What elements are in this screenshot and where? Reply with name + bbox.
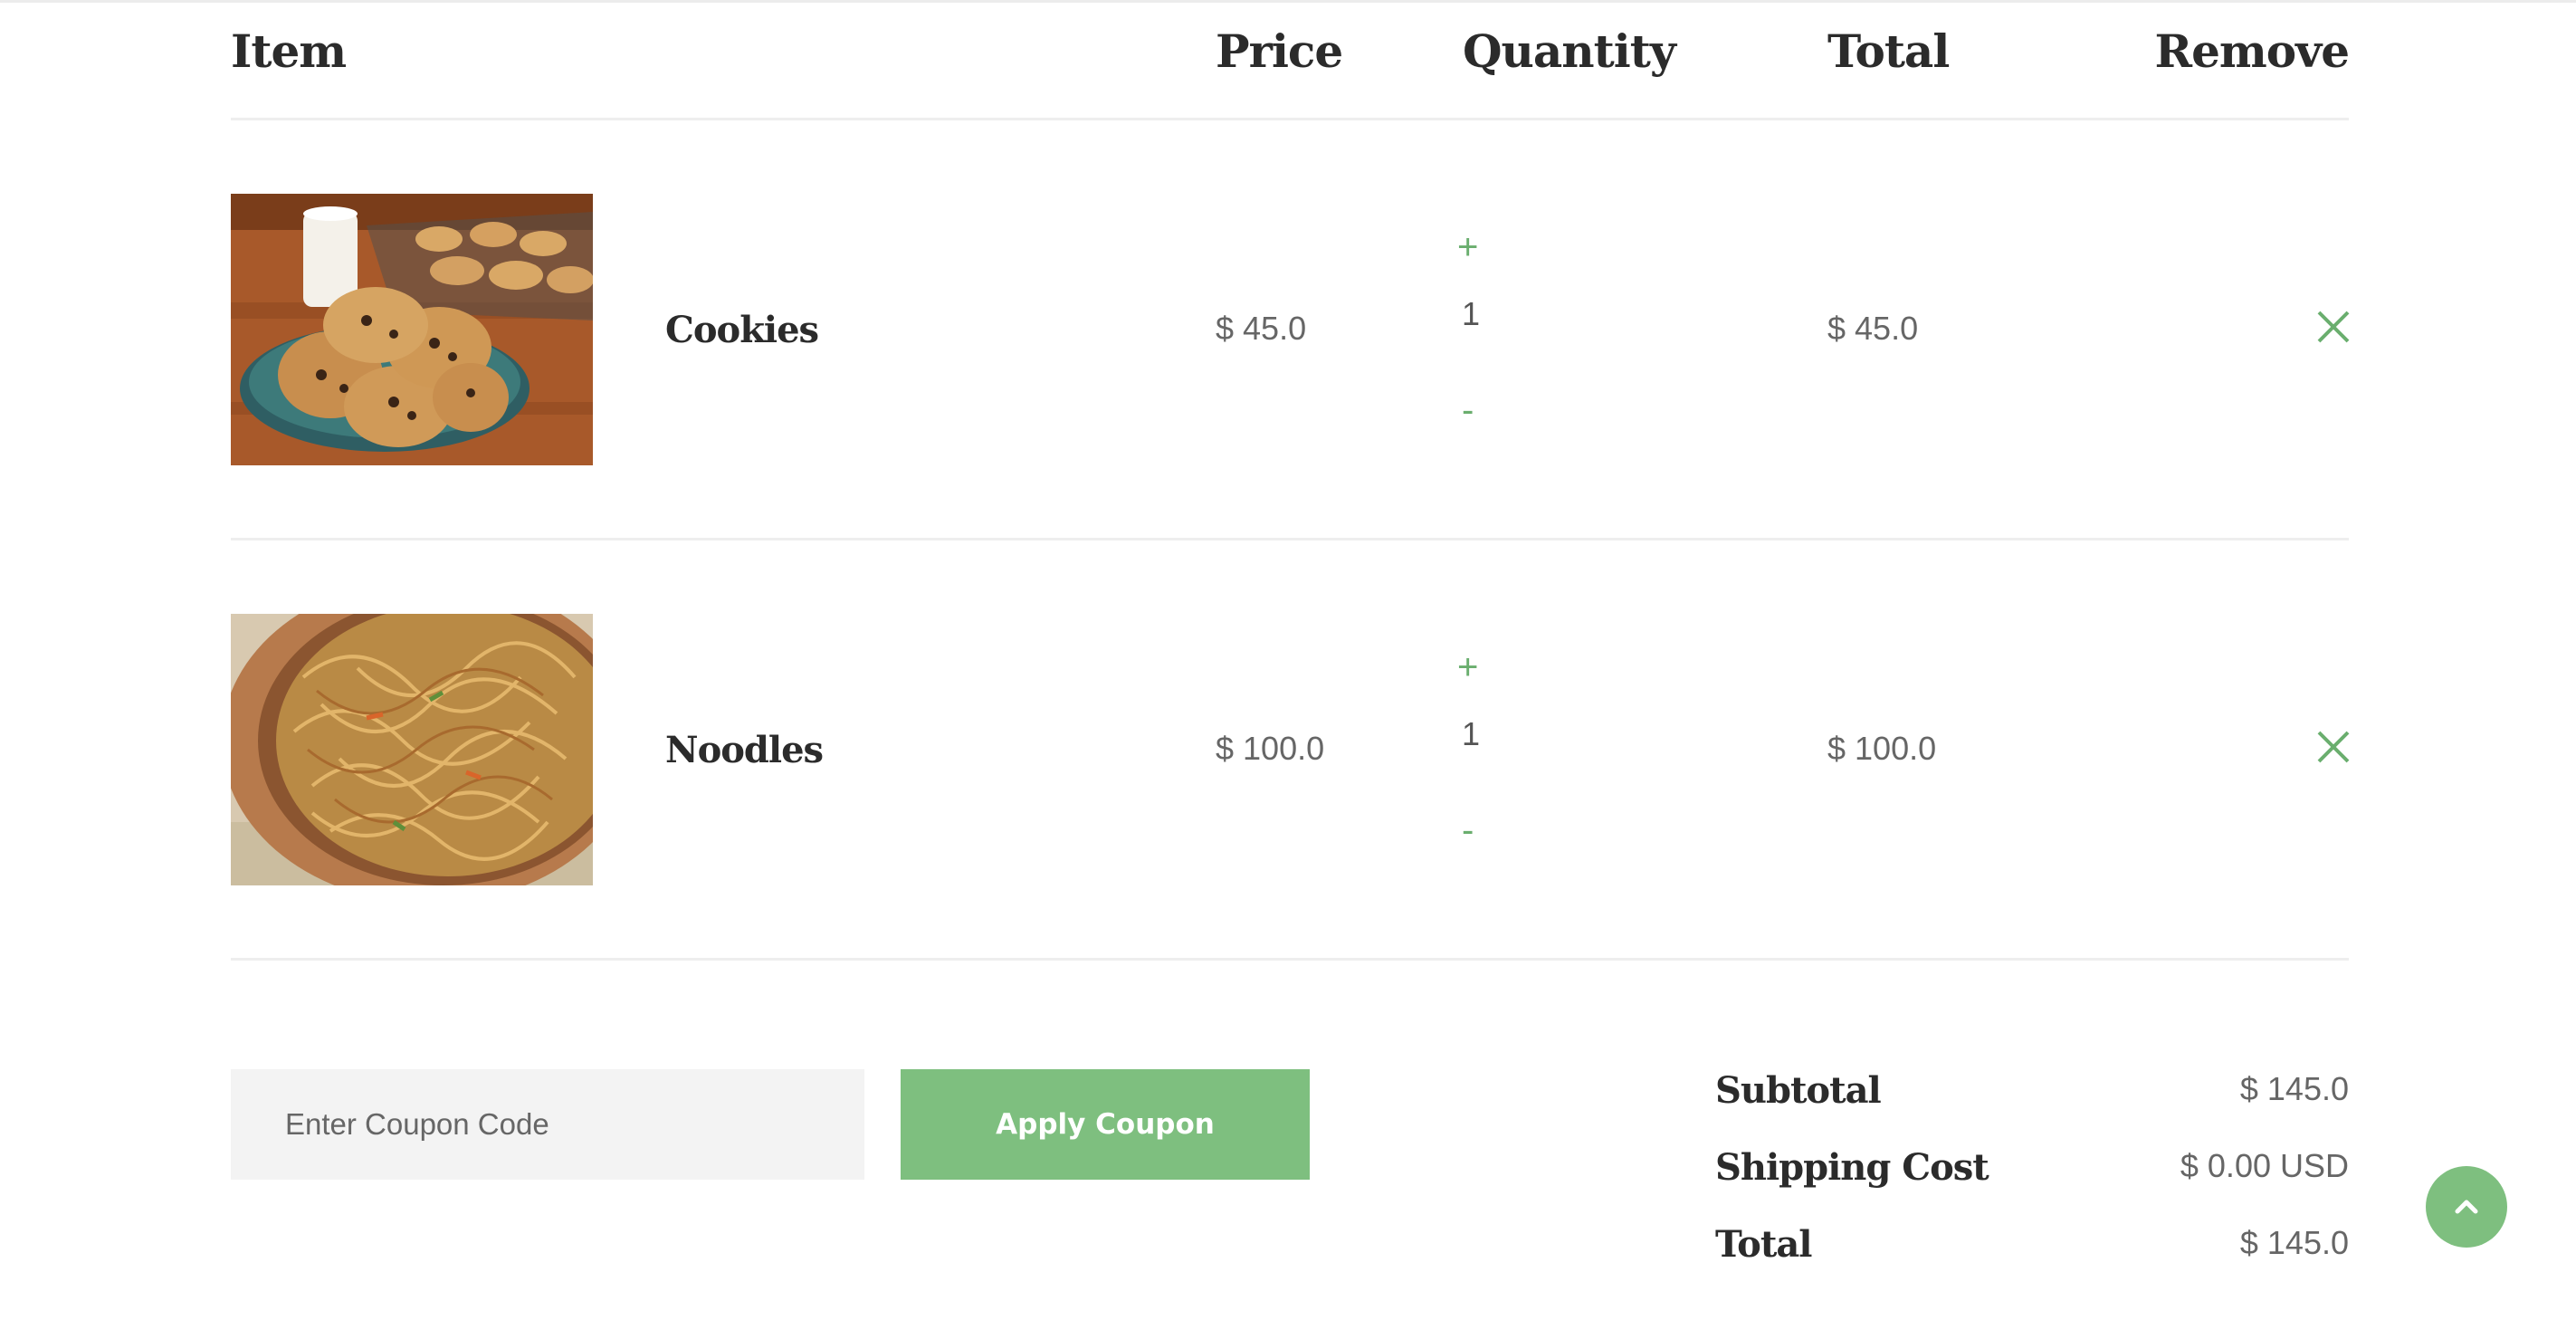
row-divider	[231, 958, 2349, 961]
cookies-image	[231, 194, 593, 465]
quantity-increase-button[interactable]: +	[1457, 229, 1493, 265]
subtotal-value: $ 145.0	[2239, 1070, 2349, 1107]
subtotal-label: Subtotal	[1715, 1069, 1882, 1112]
column-header-item: Item	[231, 24, 347, 78]
total-value: $ 145.0	[2239, 1224, 2349, 1261]
item-name[interactable]: Noodles	[665, 728, 824, 773]
column-header-price: Price	[1216, 24, 1343, 78]
close-icon[interactable]	[2317, 311, 2350, 343]
shipping-cost-value: $ 0.00 USD	[2180, 1147, 2349, 1184]
item-name[interactable]: Cookies	[665, 308, 819, 353]
quantity-decrease-button[interactable]: -	[1462, 812, 1498, 848]
quantity-value: 1	[1462, 295, 1481, 332]
close-icon[interactable]	[2317, 731, 2350, 763]
item-total: $ 45.0	[1827, 310, 1919, 347]
quantity-decrease-button[interactable]: -	[1462, 392, 1498, 428]
scroll-to-top-button[interactable]	[2426, 1166, 2507, 1248]
cookies-photo	[231, 194, 593, 465]
quantity-value: 1	[1462, 715, 1481, 752]
column-header-quantity: Quantity	[1463, 24, 1676, 78]
column-header-total: Total	[1827, 24, 1950, 78]
coupon-code-input[interactable]	[231, 1069, 864, 1180]
chevron-up-icon	[2455, 1200, 2478, 1214]
apply-coupon-button[interactable]: Apply Coupon	[901, 1069, 1310, 1180]
total-label: Total	[1715, 1223, 1812, 1266]
cart-page: Item Price Quantity Total Remove Cookies…	[0, 0, 2576, 1320]
header-divider	[231, 118, 2349, 120]
shipping-cost-label: Shipping Cost	[1715, 1146, 1989, 1189]
item-price: $ 45.0	[1216, 310, 1307, 347]
quantity-increase-button[interactable]: +	[1457, 649, 1493, 685]
noodles-image	[231, 614, 593, 885]
noodles-photo	[231, 614, 593, 885]
item-total: $ 100.0	[1827, 730, 1937, 767]
top-divider	[0, 0, 2576, 3]
item-price: $ 100.0	[1216, 730, 1325, 767]
row-divider	[231, 538, 2349, 540]
column-header-remove: Remove	[2154, 24, 2350, 78]
